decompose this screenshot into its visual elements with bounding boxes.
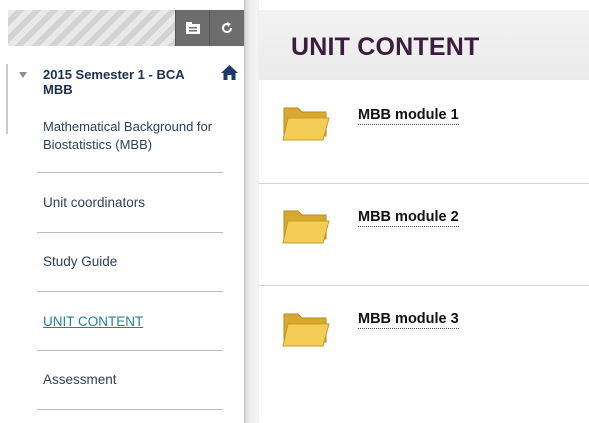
nav-divider: [37, 350, 223, 351]
module-link[interactable]: MBB module 1: [358, 107, 459, 125]
folder-view-icon: [185, 22, 200, 34]
sidebar-item-study-guide[interactable]: Study Guide: [43, 254, 117, 269]
row-divider: [259, 285, 589, 286]
sidebar-item-unit-coordinators[interactable]: Unit coordinators: [43, 195, 145, 210]
refresh-button[interactable]: [209, 10, 244, 46]
content-area: UNIT CONTENT MBB module 1 MBB module 2 M…: [259, 0, 589, 423]
folder-view-button[interactable]: [175, 10, 209, 46]
refresh-icon: [222, 22, 232, 33]
pane-resize-handle[interactable]: [244, 0, 259, 423]
collapse-triangle-icon[interactable]: [19, 72, 27, 78]
folder-icon: [282, 210, 330, 244]
page-header: UNIT CONTENT: [259, 10, 589, 80]
sidebar-item-assessment[interactable]: Assessment: [43, 372, 117, 387]
course-title[interactable]: 2015 Semester 1 - BCA MBB: [43, 67, 203, 97]
nav-divider: [37, 409, 223, 410]
nav-divider: [37, 291, 223, 292]
nav-divider: [37, 172, 223, 173]
module-link[interactable]: MBB module 3: [358, 311, 459, 329]
nav-divider: [37, 232, 223, 233]
row-divider: [259, 183, 589, 184]
module-link[interactable]: MBB module 2: [358, 209, 459, 227]
folder-icon: [282, 107, 330, 141]
folder-icon: [282, 313, 330, 347]
course-menu-sidebar: 2015 Semester 1 - BCA MBB Mathematical B…: [0, 0, 244, 423]
sidebar-scroll-indicator: [6, 64, 8, 134]
course-subtitle: Mathematical Background for Biostatistic…: [43, 119, 213, 152]
sidebar-item-unit-content[interactable]: UNIT CONTENT: [43, 314, 143, 329]
page-title: UNIT CONTENT: [291, 33, 480, 61]
home-icon[interactable]: [221, 65, 238, 81]
